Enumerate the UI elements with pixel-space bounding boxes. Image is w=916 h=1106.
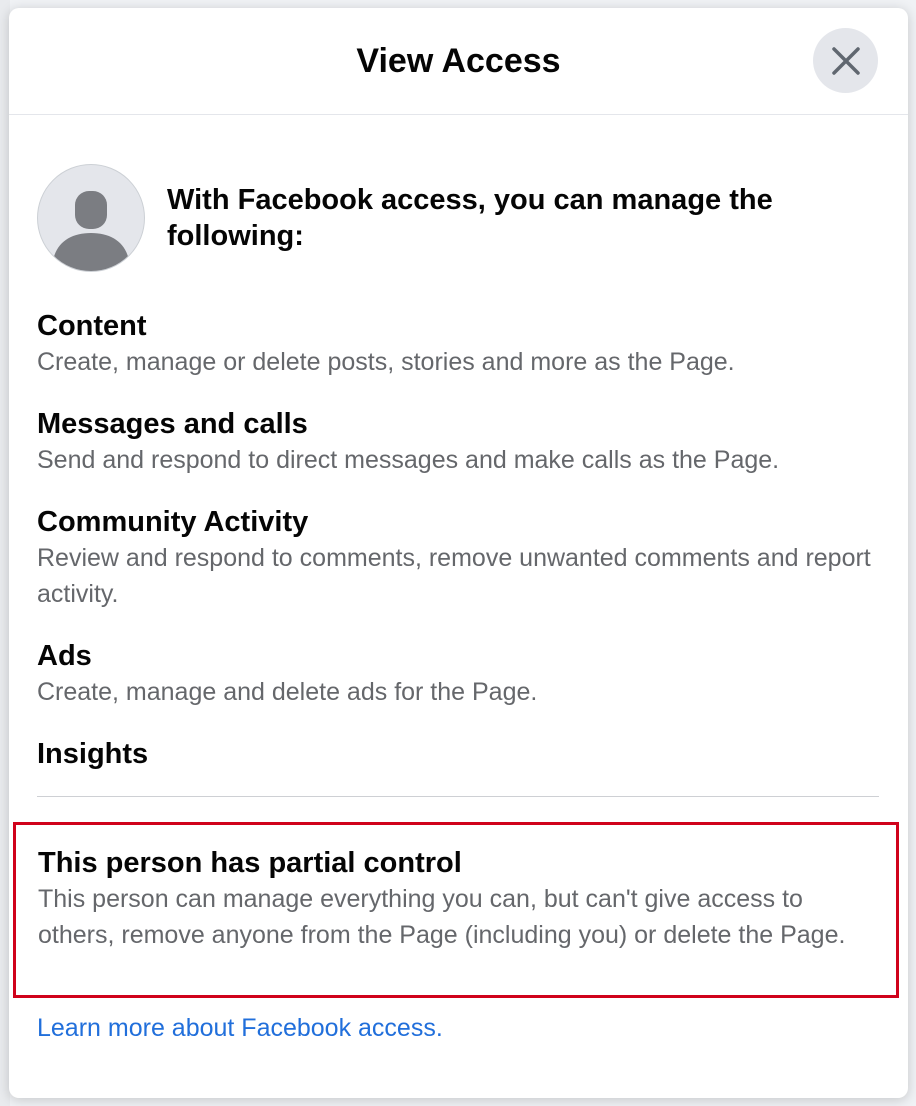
- permission-title: Messages and calls: [37, 408, 308, 440]
- partial-control-description: This person can manage everything you ca…: [38, 885, 846, 949]
- permission-description: Create, manage or delete posts, stories …: [37, 348, 735, 376]
- permission-title: Content: [37, 310, 147, 342]
- permission-title: Ads: [37, 640, 92, 672]
- permissions-list[interactable]: Content Create, manage or delete posts, …: [37, 308, 887, 784]
- permission-item-insights: Insights: [37, 736, 887, 772]
- permission-description: Create, manage and delete ads for the Pa…: [37, 678, 538, 706]
- permission-description: Send and respond to direct messages and …: [37, 446, 780, 474]
- partial-control-highlight: This person has partial control This per…: [13, 822, 899, 998]
- divider: [37, 796, 879, 797]
- view-access-dialog: View Access With Facebook access, you ca…: [9, 8, 908, 1098]
- learn-more-link[interactable]: Learn more about Facebook access.: [37, 1010, 443, 1046]
- permission-title: Insights: [37, 738, 149, 770]
- intro-text: With Facebook access, you can manage the…: [167, 184, 773, 252]
- avatar-placeholder-icon: [52, 191, 130, 271]
- dialog-header: View Access: [9, 8, 908, 115]
- permission-item-ads: Ads Create, manage and delete ads for th…: [37, 638, 887, 710]
- permission-item-messages: Messages and calls Send and respond to d…: [37, 406, 887, 478]
- close-button[interactable]: [813, 28, 878, 93]
- dialog-title: View Access: [356, 42, 561, 80]
- close-icon: [831, 46, 860, 75]
- permission-description: Review and respond to comments, remove u…: [37, 544, 871, 608]
- permission-item-content: Content Create, manage or delete posts, …: [37, 308, 887, 380]
- permission-title: Community Activity: [37, 506, 309, 538]
- partial-control-section: This person has partial control This per…: [38, 845, 868, 953]
- intro-section: With Facebook access, you can manage the…: [37, 164, 877, 274]
- permission-item-community: Community Activity Review and respond to…: [37, 504, 887, 612]
- avatar: [37, 164, 145, 272]
- partial-control-title: This person has partial control: [38, 847, 462, 879]
